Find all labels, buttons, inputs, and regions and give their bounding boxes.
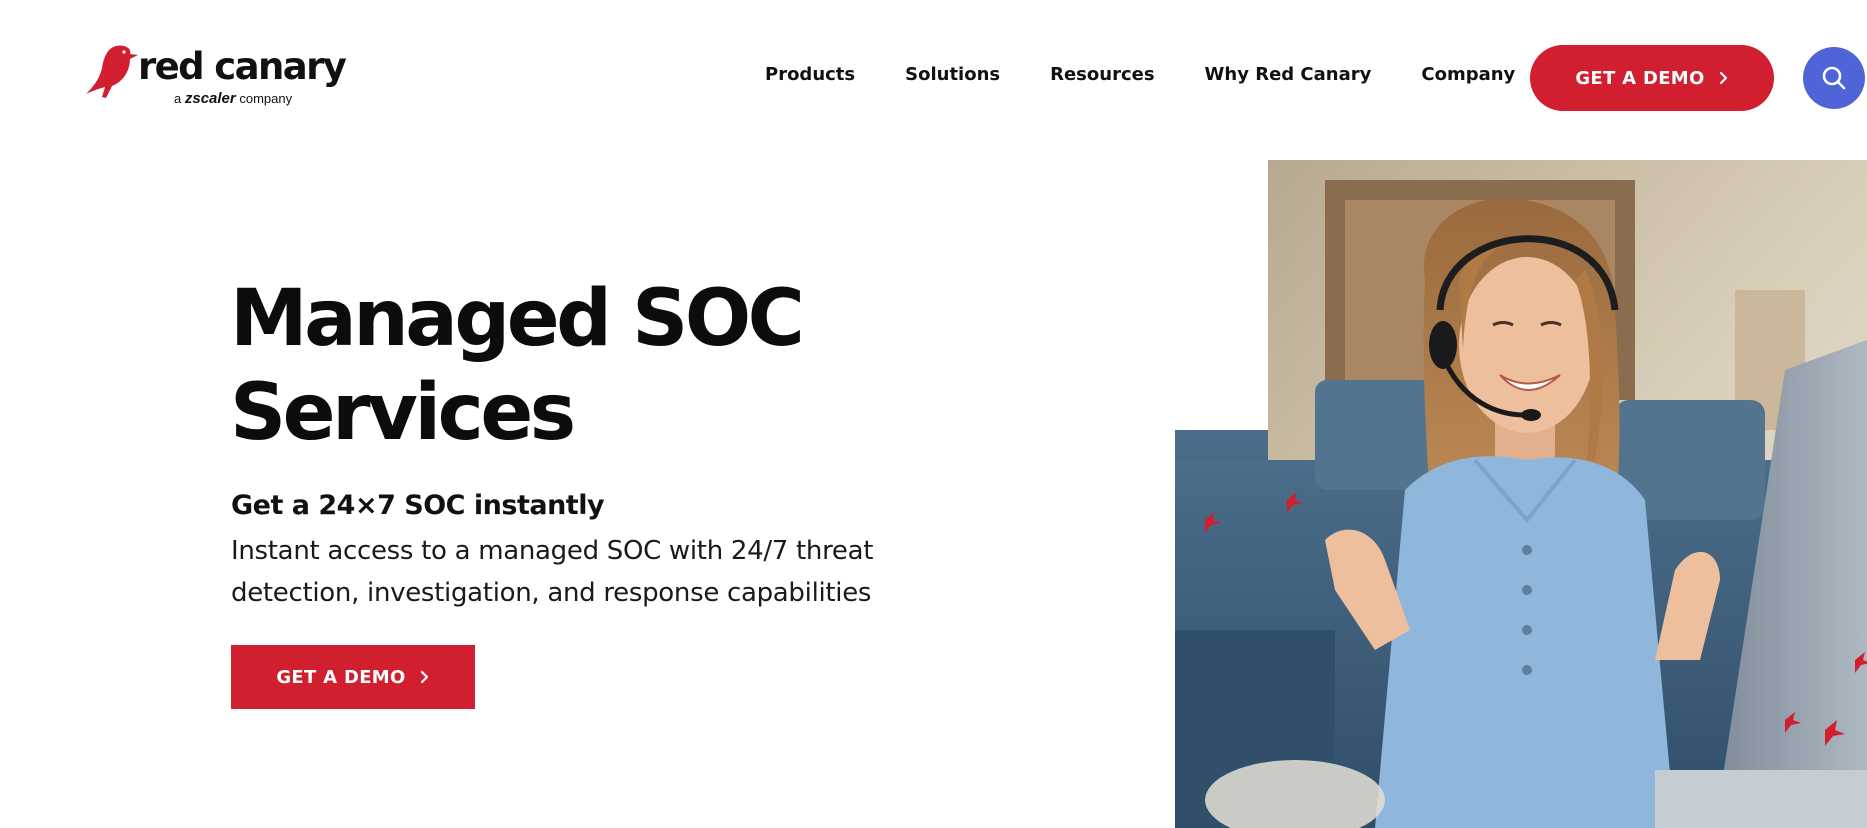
search-button[interactable]: [1803, 47, 1865, 109]
chevron-right-icon: [1719, 71, 1727, 85]
logo-wordmark: red canary: [138, 45, 347, 88]
tagline-brand: zscaler: [184, 90, 236, 107]
header-get-demo-button[interactable]: GET A DEMO: [1530, 45, 1774, 111]
header-cta-label: GET A DEMO: [1575, 67, 1705, 89]
nav-item-resources[interactable]: Resources: [1050, 64, 1154, 85]
hero-description: Instant access to a managed SOC with 24/…: [231, 536, 874, 608]
hero-cta-label: GET A DEMO: [276, 666, 406, 688]
tagline-suffix: company: [239, 91, 293, 106]
title-line-1: Managed SOC: [230, 274, 805, 364]
canary-logo-icon: [86, 45, 138, 98]
logo[interactable]: red canary a zscaler company: [86, 42, 347, 108]
hero-subtitle: Get a 24×7 SOC instantly: [231, 490, 605, 521]
nav-item-solutions[interactable]: Solutions: [905, 64, 1000, 85]
hero-photo: [1175, 160, 1867, 828]
logo-tagline: a zscaler company: [174, 90, 292, 107]
nav-item-company[interactable]: Company: [1421, 64, 1515, 85]
tagline-prefix: a: [174, 91, 182, 106]
hero-get-demo-button[interactable]: GET A DEMO: [231, 645, 475, 709]
nav-item-why-red-canary[interactable]: Why Red Canary: [1205, 64, 1372, 85]
search-icon: [1822, 66, 1846, 90]
chevron-right-icon: [420, 670, 428, 684]
main-nav: Products Solutions Resources Why Red Can…: [765, 64, 1515, 85]
title-line-2: Services: [230, 368, 576, 458]
page-title: Managed SOC Services: [230, 272, 930, 460]
nav-item-products[interactable]: Products: [765, 64, 855, 85]
